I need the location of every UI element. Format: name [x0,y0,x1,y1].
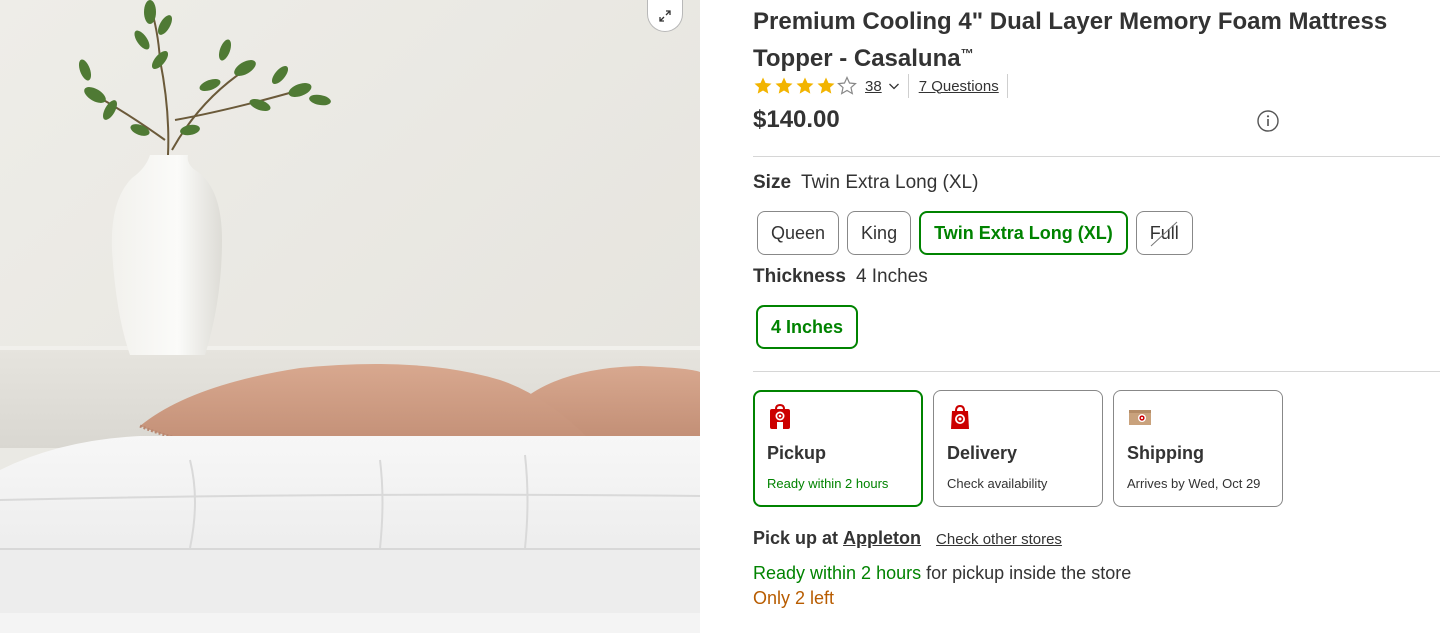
pickup-store-row: Pick up at Appleton Check other stores [753,528,1062,549]
thickness-label-row: Thickness 4 Inches [753,266,928,288]
store-pickup-icon [770,404,790,429]
product-image[interactable] [0,0,700,633]
size-option-full[interactable]: Full [1135,211,1193,255]
size-options: Queen King Twin Extra Long (XL) Full [757,211,1193,255]
star-full-icon [775,77,793,94]
thickness-label: Thickness [753,266,846,287]
star-rating[interactable] [753,76,857,96]
pickup-ready-time: Ready within 2 hours [753,563,922,583]
divider [753,156,1440,157]
size-option-twin-xl[interactable]: Twin Extra Long (XL) [919,211,1128,255]
trademark-symbol: ™ [960,46,974,61]
fulfillment-pickup-card[interactable]: Pickup Ready within 2 hours [753,390,923,507]
size-label: Size [753,172,792,193]
expand-icon [659,9,671,22]
thickness-option-4-inches[interactable]: 4 Inches [756,305,859,349]
fulfillment-pickup-title: Pickup [767,443,827,463]
thickness-options: 4 Inches [756,305,859,349]
pickup-ready-message: Ready within 2 hours for pickup inside t… [753,563,1131,584]
divider [1006,74,1008,98]
size-label-row: Size Twin Extra Long (XL) [753,172,978,194]
star-full-icon [817,77,835,94]
star-full-icon [796,77,814,94]
delivery-bag-icon [951,404,969,429]
store-name-link[interactable]: Appleton [843,528,921,549]
shipping-box-icon [1129,410,1151,425]
size-selected-value: Twin Extra Long (XL) [801,172,979,193]
chevron-down-icon[interactable] [888,80,900,92]
star-full-icon [754,77,772,94]
check-other-stores-link[interactable]: Check other stores [936,531,1062,548]
product-title: Premium Cooling 4" Dual Layer Memory Foa… [753,8,1388,72]
questions-link[interactable]: 7 Questions [919,78,999,95]
size-option-king[interactable]: King [847,211,912,255]
star-empty-icon [837,76,857,95]
info-icon[interactable] [1256,109,1280,133]
stock-status: Only 2 left [753,588,835,608]
fulfillment-options: Pickup Ready within 2 hours Delivery Che… [753,390,1283,507]
product-price: $140.00 [753,106,840,133]
fulfillment-delivery-title: Delivery [947,443,1018,463]
fulfillment-shipping-card[interactable]: Shipping Arrives by Wed, Oct 29 [1113,390,1283,507]
fulfillment-delivery-subtitle: Check availability [947,476,1048,491]
size-option-queen[interactable]: Queen [757,211,840,255]
thickness-selected-value: 4 Inches [855,266,928,287]
rating-count-link[interactable]: 38 [865,78,882,95]
fulfillment-shipping-subtitle: Arrives by Wed, Oct 29 [1127,476,1261,491]
rating-row: 38 7 Questions [753,74,1008,98]
size-option-full-label: Full [1149,222,1179,243]
pickup-prefix: Pick up at [753,528,839,548]
fulfillment-delivery-card[interactable]: Delivery Check availability [933,390,1103,507]
divider [753,371,1440,372]
fulfillment-shipping-title: Shipping [1127,443,1204,463]
pickup-ready-rest: for pickup inside the store [921,563,1132,583]
fulfillment-pickup-subtitle: Ready within 2 hours [767,476,889,491]
divider [907,74,909,98]
product-photo [0,0,700,633]
